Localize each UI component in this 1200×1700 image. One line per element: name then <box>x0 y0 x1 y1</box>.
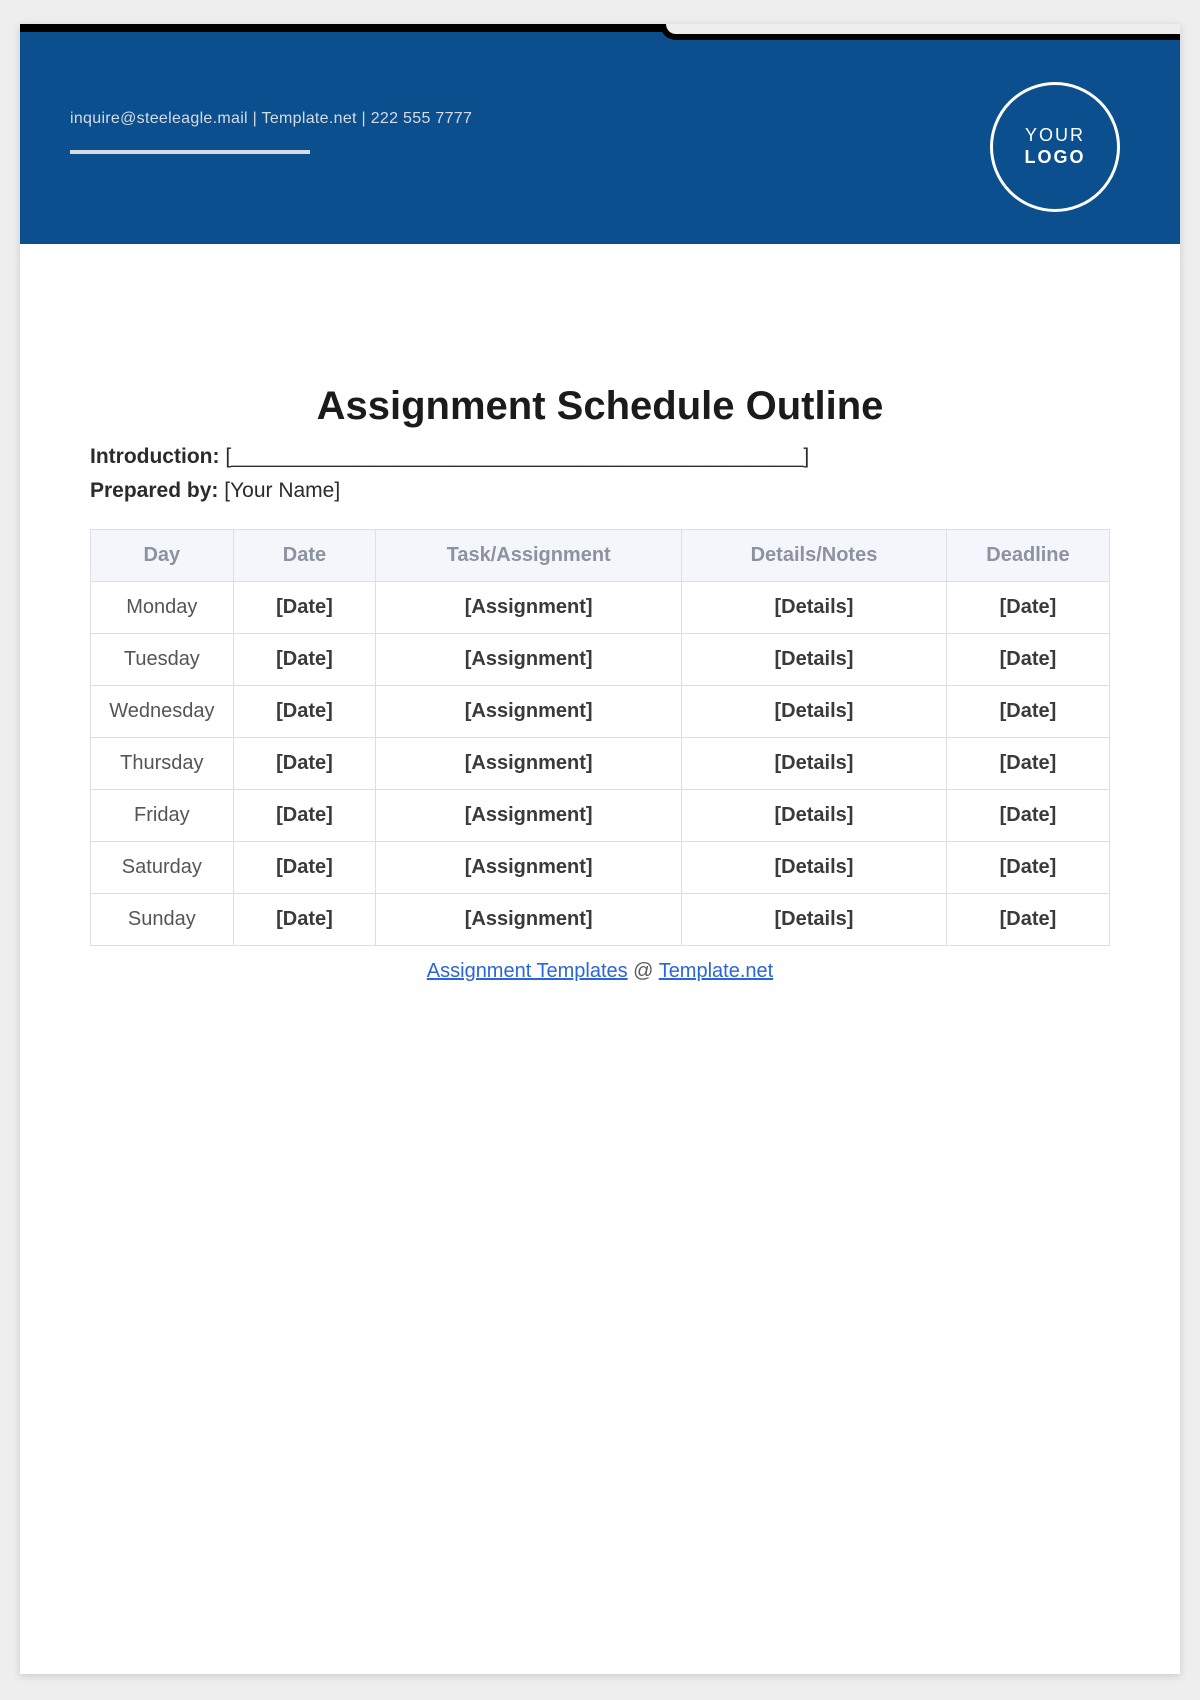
th-details: Details/Notes <box>682 530 947 582</box>
document-content: Assignment Schedule Outline Introduction… <box>20 244 1180 983</box>
cell-deadline: [Date] <box>946 582 1109 634</box>
prepared-by-value: [Your Name] <box>224 479 340 502</box>
th-deadline: Deadline <box>946 530 1109 582</box>
table-row: Thursday [Date] [Assignment] [Details] [… <box>91 738 1110 790</box>
cell-date: [Date] <box>233 634 376 686</box>
cell-day: Sunday <box>91 894 234 946</box>
cell-deadline: [Date] <box>946 790 1109 842</box>
cell-task: [Assignment] <box>376 686 682 738</box>
assignment-templates-link[interactable]: Assignment Templates <box>427 960 628 982</box>
cell-day: Friday <box>91 790 234 842</box>
th-date: Date <box>233 530 376 582</box>
cell-date: [Date] <box>233 738 376 790</box>
logo-placeholder: YOUR LOGO <box>990 82 1120 212</box>
cell-day: Tuesday <box>91 634 234 686</box>
schedule-table: Day Date Task/Assignment Details/Notes D… <box>90 529 1110 946</box>
cell-date: [Date] <box>233 790 376 842</box>
prepared-by-label: Prepared by: <box>90 479 218 502</box>
introduction-line: Introduction: [_________________________… <box>90 445 1110 469</box>
cell-deadline: [Date] <box>946 894 1109 946</box>
cell-details: [Details] <box>682 790 947 842</box>
table-row: Sunday [Date] [Assignment] [Details] [Da… <box>91 894 1110 946</box>
prepared-by-line: Prepared by: [Your Name] <box>90 479 1110 503</box>
template-net-link[interactable]: Template.net <box>659 960 774 982</box>
cell-day: Thursday <box>91 738 234 790</box>
header-decoration <box>660 24 1180 40</box>
table-row: Monday [Date] [Assignment] [Details] [Da… <box>91 582 1110 634</box>
introduction-label: Introduction: <box>90 445 219 468</box>
header-underline <box>70 150 310 154</box>
cell-details: [Details] <box>682 582 947 634</box>
table-header-row: Day Date Task/Assignment Details/Notes D… <box>91 530 1110 582</box>
cell-details: [Details] <box>682 634 947 686</box>
cell-date: [Date] <box>233 686 376 738</box>
cell-deadline: [Date] <box>946 634 1109 686</box>
cell-details: [Details] <box>682 686 947 738</box>
table-row: Tuesday [Date] [Assignment] [Details] [D… <box>91 634 1110 686</box>
cell-day: Saturday <box>91 842 234 894</box>
cell-task: [Assignment] <box>376 790 682 842</box>
document-page: inquire@steeleagle.mail | Template.net |… <box>20 24 1180 1674</box>
cell-task: [Assignment] <box>376 634 682 686</box>
cell-deadline: [Date] <box>946 686 1109 738</box>
cell-task: [Assignment] <box>376 582 682 634</box>
cell-day: Monday <box>91 582 234 634</box>
cell-task: [Assignment] <box>376 894 682 946</box>
schedule-table-wrap: Day Date Task/Assignment Details/Notes D… <box>90 529 1110 946</box>
th-task: Task/Assignment <box>376 530 682 582</box>
introduction-value: [_______________________________________… <box>225 445 809 468</box>
contact-line: inquire@steeleagle.mail | Template.net |… <box>70 110 472 128</box>
cell-date: [Date] <box>233 582 376 634</box>
cell-details: [Details] <box>682 894 947 946</box>
cell-date: [Date] <box>233 842 376 894</box>
footer-separator: @ <box>628 960 659 982</box>
logo-line2: LOGO <box>1025 147 1086 169</box>
cell-day: Wednesday <box>91 686 234 738</box>
page-title: Assignment Schedule Outline <box>90 384 1110 429</box>
footer-links: Assignment Templates @ Template.net <box>90 960 1110 983</box>
cell-deadline: [Date] <box>946 738 1109 790</box>
cell-deadline: [Date] <box>946 842 1109 894</box>
cell-details: [Details] <box>682 842 947 894</box>
logo-line1: YOUR <box>1025 125 1086 147</box>
table-row: Friday [Date] [Assignment] [Details] [Da… <box>91 790 1110 842</box>
th-day: Day <box>91 530 234 582</box>
cell-task: [Assignment] <box>376 738 682 790</box>
cell-date: [Date] <box>233 894 376 946</box>
cell-details: [Details] <box>682 738 947 790</box>
table-row: Saturday [Date] [Assignment] [Details] [… <box>91 842 1110 894</box>
table-row: Wednesday [Date] [Assignment] [Details] … <box>91 686 1110 738</box>
cell-task: [Assignment] <box>376 842 682 894</box>
header-band: inquire@steeleagle.mail | Template.net |… <box>20 24 1180 244</box>
